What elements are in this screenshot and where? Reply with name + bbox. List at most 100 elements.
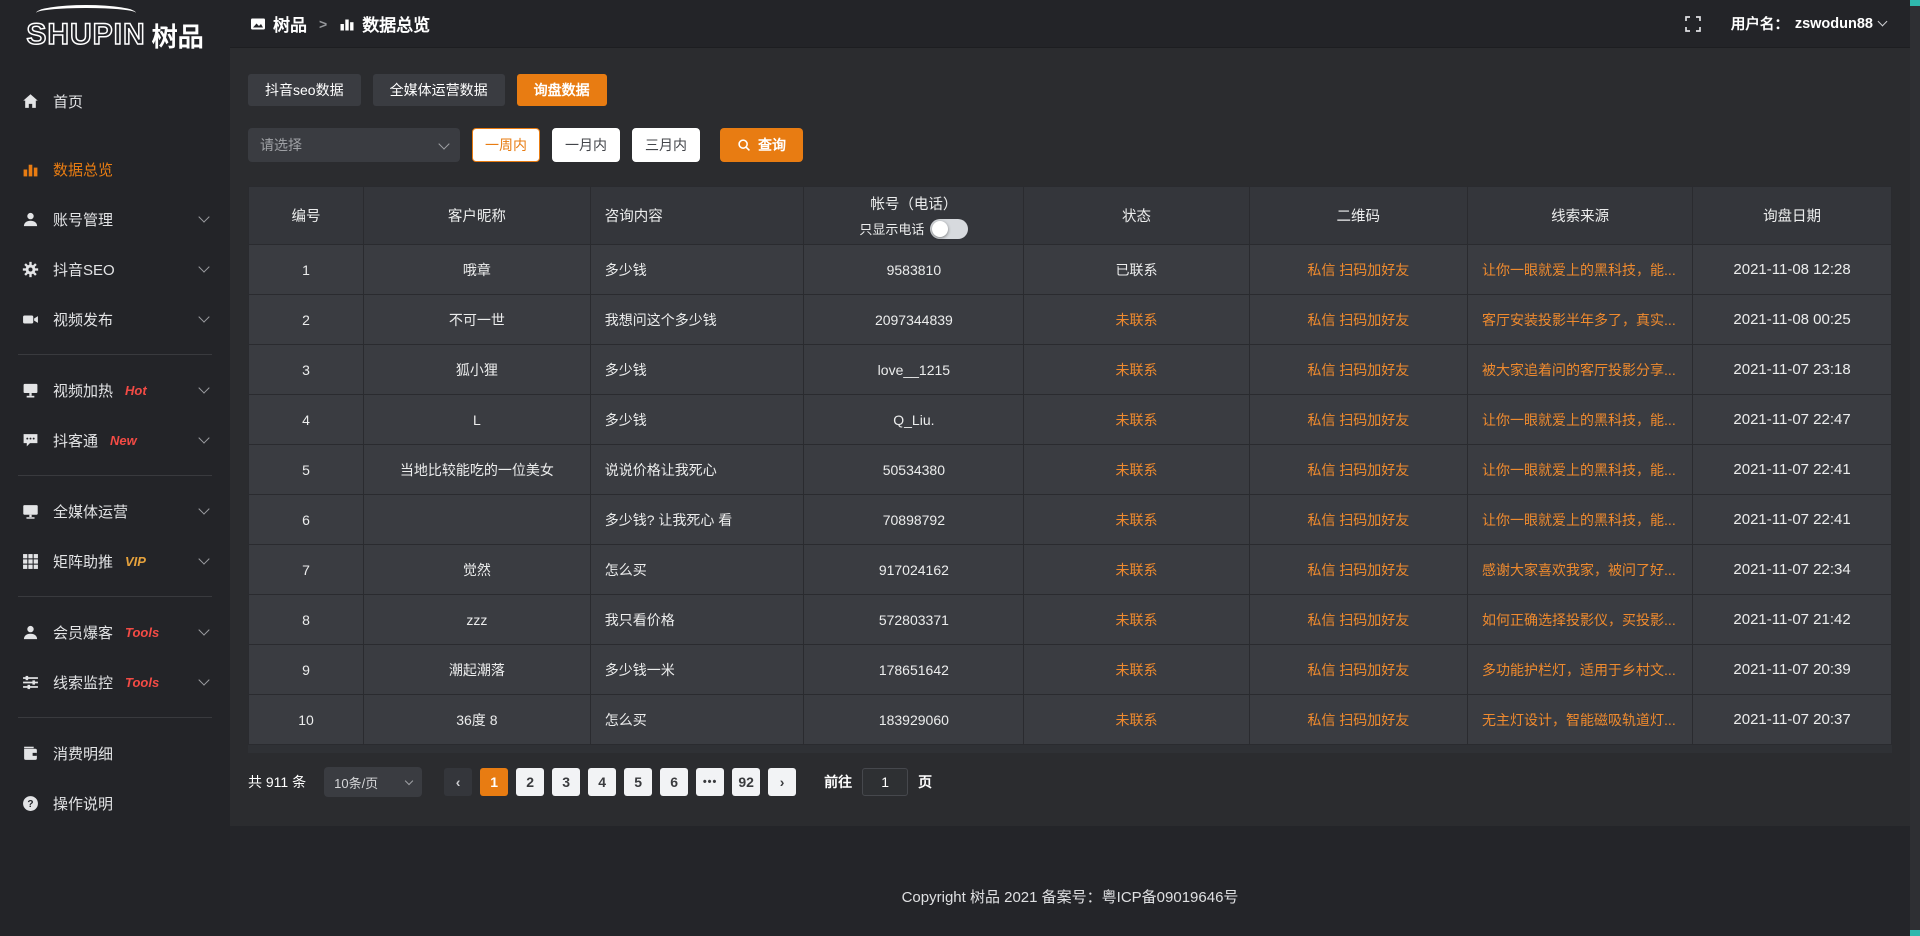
pagination-ellipsis[interactable]: ••• [696,768,724,796]
nickname-cell: 当地比较能吃的一位美女 [364,445,591,495]
chevron-down-icon [198,211,209,222]
goto-page-input[interactable] [862,768,908,796]
sidebar-item-douyin-seo[interactable]: 抖音SEO [0,244,230,294]
sidebar-item-lead-monitor[interactable]: 线索监控 Tools [0,657,230,707]
table-header-row: 编号 客户昵称 咨询内容 帐号（电话） 只显示电话 状态 [249,187,1892,245]
sidebar-nav: 首页 数据总览 账号管理 抖音SEO 视频发布 [0,68,230,936]
range-quarter-button[interactable]: 三月内 [632,128,700,162]
pagination-page-4[interactable]: 4 [588,768,616,796]
screen-icon [22,382,39,399]
nickname-cell: 36度 8 [364,695,591,745]
qr-link[interactable]: 私信 扫码加好友 [1249,245,1468,295]
topbar-right: 用户名：zswodun88 [1685,13,1886,34]
pagination-page-6[interactable]: 6 [660,768,688,796]
user-menu[interactable]: 用户名：zswodun88 [1731,13,1886,34]
content-cell: 说说价格让我死心 [590,445,804,495]
pagination-page-5[interactable]: 5 [624,768,652,796]
fullscreen-icon[interactable] [1685,16,1701,32]
pagination-next-button[interactable]: › [768,768,796,796]
range-month-button[interactable]: 一月内 [552,128,620,162]
sidebar-item-all-media[interactable]: 全媒体运营 [0,486,230,536]
qr-link[interactable]: 私信 扫码加好友 [1249,345,1468,395]
tab-all-media-data[interactable]: 全媒体运营数据 [373,74,505,106]
phone-only-row: 只显示电话 [804,219,1023,239]
row-id-cell: 2 [249,295,364,345]
account-select[interactable]: 请选择 [248,128,460,162]
pagination-page-3[interactable]: 3 [552,768,580,796]
hot-badge: Hot [125,383,147,398]
breadcrumb: 树品 > 数据总览 [250,11,430,36]
goto-label: 前往 [824,772,852,792]
table-row: 5 当地比较能吃的一位美女 说说价格让我死心 50534380 未联系 私信 扫… [249,445,1892,495]
sidebar-item-label: 矩阵助推 [53,551,113,572]
sidebar-item-matrix-boost[interactable]: 矩阵助推 VIP [0,536,230,586]
qr-link[interactable]: 私信 扫码加好友 [1249,295,1468,345]
sidebar-item-data-overview[interactable]: 数据总览 [0,144,230,194]
breadcrumb-root[interactable]: 树品 [273,11,307,36]
nickname-cell [364,495,591,545]
account-cell: 572803371 [804,595,1024,645]
pagination-page-2[interactable]: 2 [516,768,544,796]
account-cell: 917024162 [804,545,1024,595]
pagination-page-1[interactable]: 1 [480,768,508,796]
status-cell: 未联系 [1024,395,1249,445]
tab-inquiry-data[interactable]: 询盘数据 [517,74,607,106]
qr-link[interactable]: 私信 扫码加好友 [1249,545,1468,595]
page-scrollbar[interactable] [1910,0,1920,936]
qr-link[interactable]: 私信 扫码加好友 [1249,695,1468,745]
row-id-cell: 7 [249,545,364,595]
source-link[interactable]: 客厅安装投影半年多了，真实... [1468,295,1693,345]
sidebar-item-member-baoke[interactable]: 会员爆客 Tools [0,607,230,657]
content-cell: 多少钱一米 [590,645,804,695]
pagination-prev-button[interactable]: ‹ [444,768,472,796]
sidebar-item-label: 线索监控 [53,672,113,693]
account-cell: 183929060 [804,695,1024,745]
date-cell: 2021-11-07 20:37 [1693,695,1892,745]
source-link[interactable]: 让你一眼就爱上的黑科技，能... [1468,395,1693,445]
sidebar-divider [18,475,212,476]
source-link[interactable]: 如何正确选择投影仪，买投影... [1468,595,1693,645]
source-link[interactable]: 多功能护栏灯，适用于乡村文... [1468,645,1693,695]
source-link[interactable]: 让你一眼就爱上的黑科技，能... [1468,445,1693,495]
chevron-down-icon [198,553,209,564]
pagination-page-92[interactable]: 92 [732,768,760,796]
search-button[interactable]: 查询 [720,128,803,162]
sidebar-item-video-heat[interactable]: 视频加热 Hot [0,365,230,415]
qr-link[interactable]: 私信 扫码加好友 [1249,645,1468,695]
total-count: 共 911 条 [248,772,306,792]
sidebar-item-instructions[interactable]: ? 操作说明 [0,778,230,828]
tab-douyin-seo-data[interactable]: 抖音seo数据 [248,74,361,106]
main-column: 树品 > 数据总览 用户名：zswodun88 抖音seo数据 全媒体运营数据 … [230,0,1910,936]
qr-link[interactable]: 私信 扫码加好友 [1249,595,1468,645]
sidebar-item-consumption-details[interactable]: 消费明细 [0,728,230,778]
sidebar-item-video-publish[interactable]: 视频发布 [0,294,230,344]
qr-link[interactable]: 私信 扫码加好友 [1249,395,1468,445]
source-link[interactable]: 让你一眼就爱上的黑科技，能... [1468,245,1693,295]
page-size-select[interactable]: 10条/页 [324,767,422,797]
search-button-label: 查询 [758,135,786,155]
col-header-qr: 二维码 [1249,187,1468,245]
sidebar-item-account-management[interactable]: 账号管理 [0,194,230,244]
chevron-down-icon [198,674,209,685]
qr-link[interactable]: 私信 扫码加好友 [1249,445,1468,495]
table-row: 1 哦章 多少钱 9583810 已联系 私信 扫码加好友 让你一眼就爱上的黑科… [249,245,1892,295]
content-cell: 怎么买 [590,695,804,745]
sidebar-item-label: 抖音SEO [53,259,115,280]
source-link[interactable]: 无主灯设计，智能磁吸轨道灯... [1468,695,1693,745]
table-row: 9 潮起潮落 多少钱一米 178651642 未联系 私信 扫码加好友 多功能护… [249,645,1892,695]
range-week-button[interactable]: 一周内 [472,128,540,162]
sidebar-item-douketong[interactable]: 抖客通 New [0,415,230,465]
username-prefix: 用户名： [1731,13,1789,34]
source-link[interactable]: 感谢大家喜欢我家，被问了好... [1468,545,1693,595]
nickname-cell: 哦章 [364,245,591,295]
sidebar-item-home[interactable]: 首页 [0,76,230,126]
topbar: 树品 > 数据总览 用户名：zswodun88 [230,0,1910,48]
source-link[interactable]: 被大家追着问的客厅投影分享... [1468,345,1693,395]
source-link[interactable]: 让你一眼就爱上的黑科技，能... [1468,495,1693,545]
phone-only-toggle[interactable] [930,219,968,239]
vip-badge: VIP [125,554,146,569]
table-row: 10 36度 8 怎么买 183929060 未联系 私信 扫码加好友 无主灯设… [249,695,1892,745]
tools-badge: Tools [125,625,159,640]
qr-link[interactable]: 私信 扫码加好友 [1249,495,1468,545]
table-row: 4 L 多少钱 Q_Liu. 未联系 私信 扫码加好友 让你一眼就爱上的黑科技，… [249,395,1892,445]
